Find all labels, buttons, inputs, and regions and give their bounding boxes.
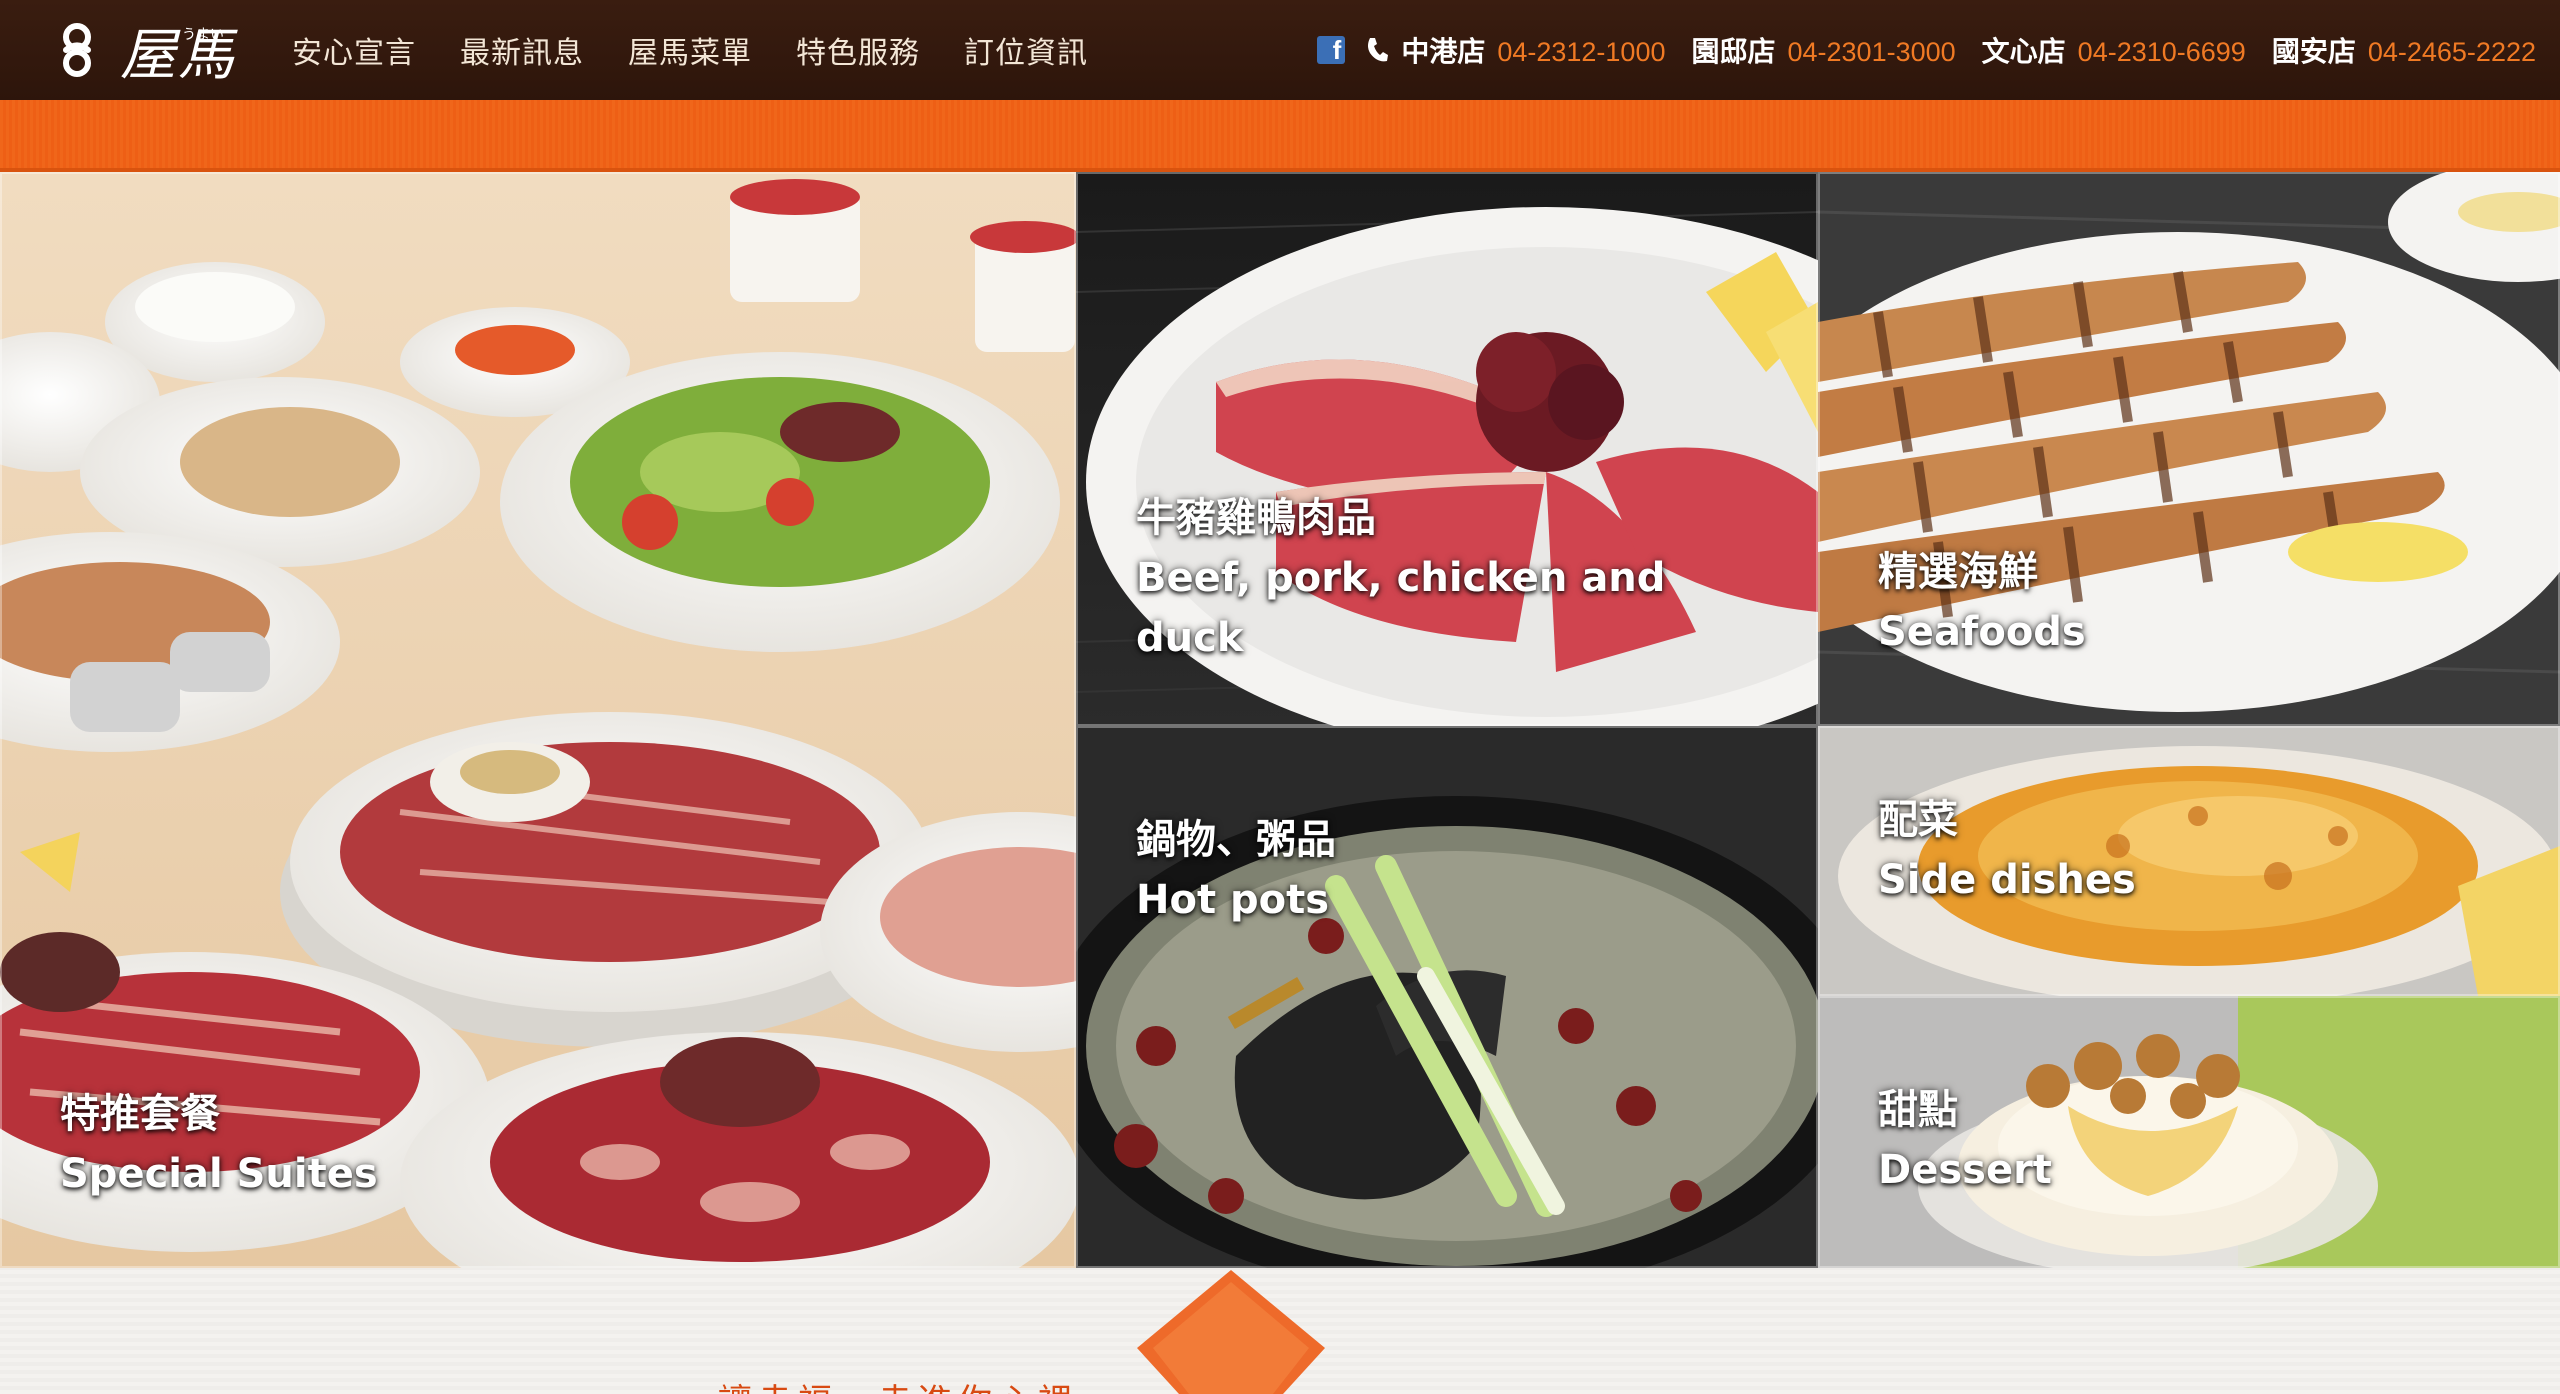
store-name: 國安店 [2271,35,2356,68]
caption-zh: 鍋物、粥品 [1136,817,1336,863]
store-name: 文心店 [1981,35,2066,68]
menu-tile-seafood[interactable]: 精選海鮮 Seafoods [1818,172,2560,726]
orange-diamond-emblem [1133,1268,1329,1394]
dessert-caption: 甜點 Dessert [1878,1080,2052,1200]
menu-tile-special-suites[interactable]: 特推套餐 Special Suites [0,172,1076,1268]
top-navigation-bar: 屋馬 うまい 安心宣言 最新訊息 屋馬菜單 特色服務 訂位資訊 中港店 04-2… [0,0,2560,100]
facebook-icon[interactable] [1317,35,1346,66]
caption-zh: 配菜 [1878,797,1958,843]
caption-en: Hot pots [1136,877,1330,923]
menu-category-grid: 特推套餐 Special Suites 牛豬雞鴨肉品 Beef, pork, c… [0,172,2560,1268]
hot-pots-caption: 鍋物、粥品 Hot pots [1136,810,1336,930]
store-zhonggang: 中港店 04-2312-1000 [1401,30,1665,70]
store-phone-link[interactable]: 04-2465-2222 [2368,37,2536,68]
brand-slogan: 讓幸福，走進你心裡 [718,1374,1078,1394]
orange-banner-strip [0,100,2560,172]
caption-en: Special Suites [60,1151,378,1197]
caption-zh: 甜點 [1878,1087,1958,1133]
nav-item-safety-declaration[interactable]: 安心宣言 [292,28,416,72]
store-wenxin: 文心店 04-2310-6699 [1982,30,2246,70]
caption-zh: 特推套餐 [60,1091,220,1137]
phone-icon [1368,38,1389,62]
menu-tile-dessert[interactable]: 甜點 Dessert [1818,996,2560,1268]
hot-pot-photo [1076,726,1818,1268]
caption-zh: 牛豬雞鴨肉品 [1136,495,1376,541]
logo-knot-icon [63,23,91,77]
menu-tile-meat[interactable]: 牛豬雞鴨肉品 Beef, pork, chicken and duck [1076,172,1818,726]
store-name: 園邸店 [1691,35,1776,68]
caption-en-line2: duck [1136,615,1244,661]
store-name: 中港店 [1401,35,1486,68]
caption-en: Seafoods [1878,609,2086,655]
store-phone-link[interactable]: 04-2301-3000 [1788,37,1956,68]
caption-en: Beef, pork, chicken and [1136,555,1666,601]
brand-logo[interactable]: 屋馬 うまい [52,14,262,88]
store-phone-link[interactable]: 04-2310-6699 [2078,37,2246,68]
nav-item-reservation[interactable]: 訂位資訊 [964,28,1088,72]
menu-tile-hot-pots[interactable]: 鍋物、粥品 Hot pots [1076,726,1818,1268]
caption-en: Side dishes [1878,857,2136,903]
logo-text: 屋馬 [120,22,236,88]
menu-tile-side-dishes[interactable]: 配菜 Side dishes [1818,726,2560,996]
logo-kana: うまい [182,27,224,43]
store-phone-link[interactable]: 04-2312-1000 [1497,37,1665,68]
seafood-caption: 精選海鮮 Seafoods [1878,542,2086,662]
store-contact-list: 中港店 04-2312-1000 園邸店 04-2301-3000 文心店 04… [1317,0,2536,100]
nav-item-menu[interactable]: 屋馬菜單 [628,28,752,72]
nav-item-latest-news[interactable]: 最新訊息 [460,28,584,72]
meat-caption: 牛豬雞鴨肉品 Beef, pork, chicken and duck [1136,488,1665,668]
nav-item-services[interactable]: 特色服務 [796,28,920,72]
caption-en: Dessert [1878,1147,2052,1193]
caption-zh: 精選海鮮 [1878,549,2038,595]
special-suites-caption: 特推套餐 Special Suites [60,1084,378,1204]
side-dishes-caption: 配菜 Side dishes [1878,790,2136,910]
store-yuandi: 園邸店 04-2301-3000 [1691,30,1955,70]
main-navigation: 安心宣言 最新訊息 屋馬菜單 特色服務 訂位資訊 [292,0,1132,100]
store-guoan: 國安店 04-2465-2222 [2272,30,2536,70]
